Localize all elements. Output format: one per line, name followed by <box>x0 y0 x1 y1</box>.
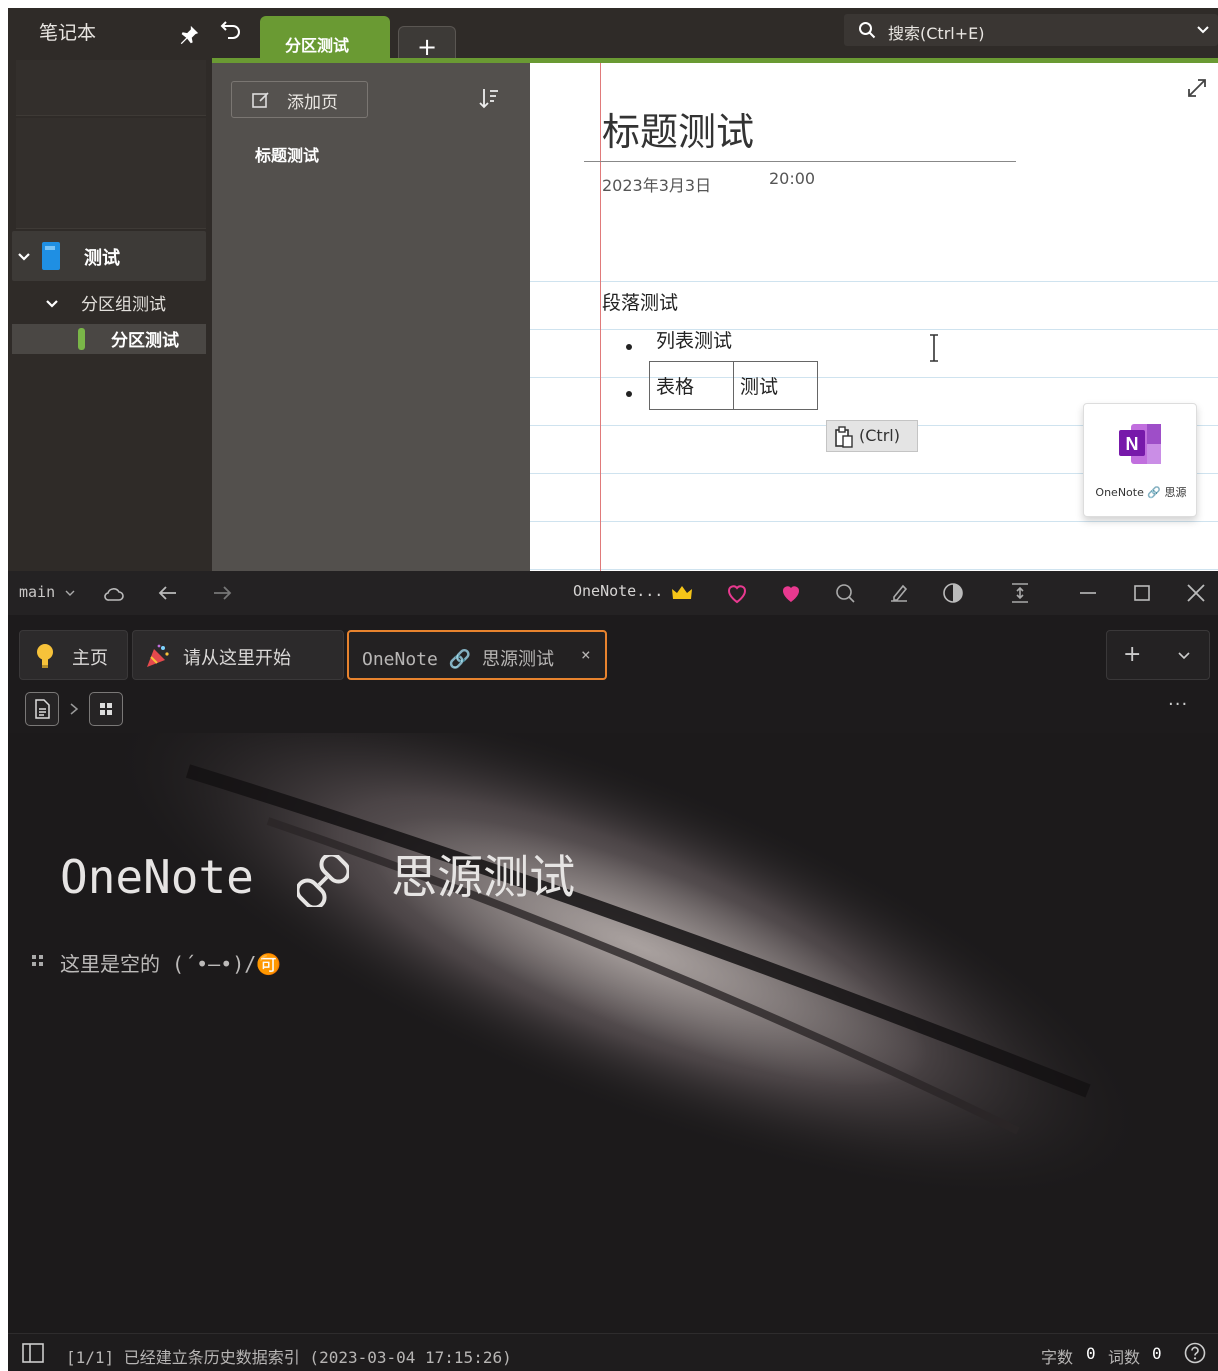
title-underline <box>584 161 1016 162</box>
vertical-expand-icon[interactable] <box>1008 581 1032 605</box>
note-time: 20:00 <box>769 169 816 188</box>
undo-icon[interactable] <box>218 16 246 44</box>
expand-icon[interactable] <box>1186 77 1208 99</box>
notebook-name[interactable]: 测试 <box>84 244 120 270</box>
pin-icon[interactable] <box>178 24 200 46</box>
document-icon <box>35 699 50 719</box>
chevron-right-icon <box>70 703 79 715</box>
tab-actions: + <box>1106 630 1210 680</box>
search-icon[interactable] <box>833 581 857 605</box>
link-icon <box>296 854 349 907</box>
chevron-down-icon[interactable] <box>1196 23 1210 37</box>
tab-label: 分区测试 <box>285 36 350 55</box>
contrast-icon[interactable] <box>941 581 965 605</box>
lightbulb-icon <box>37 644 53 668</box>
tab-active-document[interactable]: OneNote 🔗 思源测试 × <box>347 630 607 680</box>
tab-label: 主页 <box>72 648 108 669</box>
section-group-name[interactable]: 分区组测试 <box>81 290 166 315</box>
breadcrumb-bar <box>8 685 1218 733</box>
paste-options-button[interactable]: (Ctrl) <box>826 420 918 452</box>
doc-title-part: 思源测试 <box>391 850 576 904</box>
char-count: 0 <box>1086 1344 1096 1363</box>
note-date: 2023年3月3日 <box>602 176 712 195</box>
svg-text:N: N <box>1126 434 1139 454</box>
onenote-logo-icon: N <box>1119 424 1161 464</box>
branch-selector[interactable]: main <box>19 583 55 601</box>
minimize-icon[interactable] <box>1076 581 1100 605</box>
word-count-label: 词数 <box>1108 1348 1141 1367</box>
add-page-label: 添加页 <box>287 93 338 113</box>
pen-icon[interactable] <box>887 581 911 605</box>
drag-handle-icon[interactable] <box>30 952 46 968</box>
help-icon[interactable] <box>1184 1342 1206 1364</box>
doc-title-part: OneNote <box>60 850 254 904</box>
new-tab-button[interactable]: + <box>1123 642 1141 667</box>
word-count: 0 <box>1152 1344 1162 1363</box>
heart-filled-icon[interactable] <box>779 581 803 605</box>
char-count-label: 字数 <box>1041 1348 1074 1367</box>
page-item[interactable]: 标题测试 <box>255 142 319 166</box>
back-arrow-icon[interactable] <box>156 581 180 605</box>
new-page-icon <box>252 92 269 108</box>
paragraph-text[interactable]: 段落测试 <box>602 288 678 315</box>
status-message: [1/1] 已经建立条历史数据索引 (2023-03-04 17:15:26) <box>66 1348 512 1367</box>
search-label: 搜索(Ctrl+E) <box>888 24 985 43</box>
paste-options-label: (Ctrl) <box>859 426 900 445</box>
table-cell[interactable]: 表格 <box>649 361 734 410</box>
tab-get-started[interactable]: 请从这里开始 <box>132 630 344 680</box>
section-color-marker <box>78 328 85 350</box>
more-menu-button[interactable]: ··· <box>1168 694 1188 715</box>
sidebar-toggle-icon[interactable] <box>22 1343 44 1363</box>
notebook-icon <box>42 242 60 270</box>
block-icon-button[interactable] <box>89 692 123 726</box>
clipboard-icon <box>835 426 853 448</box>
notebook-pane-title: 笔记本 <box>39 22 97 44</box>
table-cell[interactable]: 测试 <box>733 361 818 410</box>
forward-arrow-icon[interactable] <box>210 581 234 605</box>
text-cursor-icon <box>930 334 938 362</box>
chevron-down-icon[interactable] <box>1177 649 1191 663</box>
document-icon-button[interactable] <box>25 692 59 726</box>
empty-document-hint: 这里是空的 (´•—•)/🉑 <box>60 952 282 976</box>
grid-icon <box>100 703 112 715</box>
document-title[interactable]: OneNote 思源测试 <box>60 841 575 907</box>
list-item[interactable]: 列表测试 <box>656 326 732 353</box>
notebook-placeholder-row <box>16 173 206 229</box>
chevron-down-icon[interactable] <box>45 297 59 311</box>
note-title[interactable]: 标题测试 <box>602 101 754 156</box>
status-bar: [1/1] 已经建立条历史数据索引 (2023-03-04 17:15:26) … <box>8 1333 1218 1371</box>
search-box[interactable]: 搜索(Ctrl+E) <box>844 14 1218 46</box>
section-name[interactable]: 分区测试 <box>111 326 179 351</box>
cloud-sync-icon[interactable] <box>102 581 126 605</box>
sort-icon[interactable] <box>478 87 500 109</box>
chevron-down-icon[interactable] <box>17 250 31 264</box>
window-title: OneNote... <box>573 582 664 600</box>
bullet <box>626 391 632 397</box>
notebook-pane: 笔记本 测试 分区组测试 分区测试 <box>8 8 212 571</box>
clip-card[interactable]: N OneNote 🔗 思源 <box>1083 403 1197 517</box>
maximize-icon[interactable] <box>1130 581 1154 605</box>
note-canvas[interactable]: 标题测试 2023年3月3日 20:00 段落测试 列表测试 表格 测试 (Ct… <box>530 63 1218 571</box>
add-page-button[interactable]: 添加页 <box>231 81 368 118</box>
notebook-placeholder-row <box>16 60 206 116</box>
close-icon[interactable] <box>1184 581 1208 605</box>
tab-home[interactable]: 主页 <box>19 630 128 680</box>
page-margin-line <box>600 63 601 571</box>
heart-outline-icon[interactable] <box>725 581 749 605</box>
note-table[interactable]: 表格 测试 <box>649 361 818 410</box>
chevron-down-icon[interactable] <box>64 587 76 599</box>
party-popper-icon <box>147 644 169 667</box>
tab-label: OneNote 🔗 思源测试 <box>362 649 554 670</box>
clip-card-label: OneNote 🔗 思源 <box>1095 486 1187 499</box>
tab-label: 请从这里开始 <box>183 648 291 669</box>
tab-close-button[interactable]: × <box>581 645 591 664</box>
siyuan-window: main OneNote... 主页 请从这里开始 OneNote 🔗 思源测试… <box>8 571 1218 1371</box>
search-icon <box>859 22 876 39</box>
crown-icon[interactable] <box>670 581 694 605</box>
onenote-window: 笔记本 测试 分区组测试 分区测试 分区测试 + 搜索(Ctrl+E) 添加页 … <box>8 8 1218 571</box>
notebook-placeholder-row <box>16 118 206 174</box>
bullet <box>626 344 632 350</box>
page-list-pane: 添加页 标题测试 <box>212 63 530 571</box>
